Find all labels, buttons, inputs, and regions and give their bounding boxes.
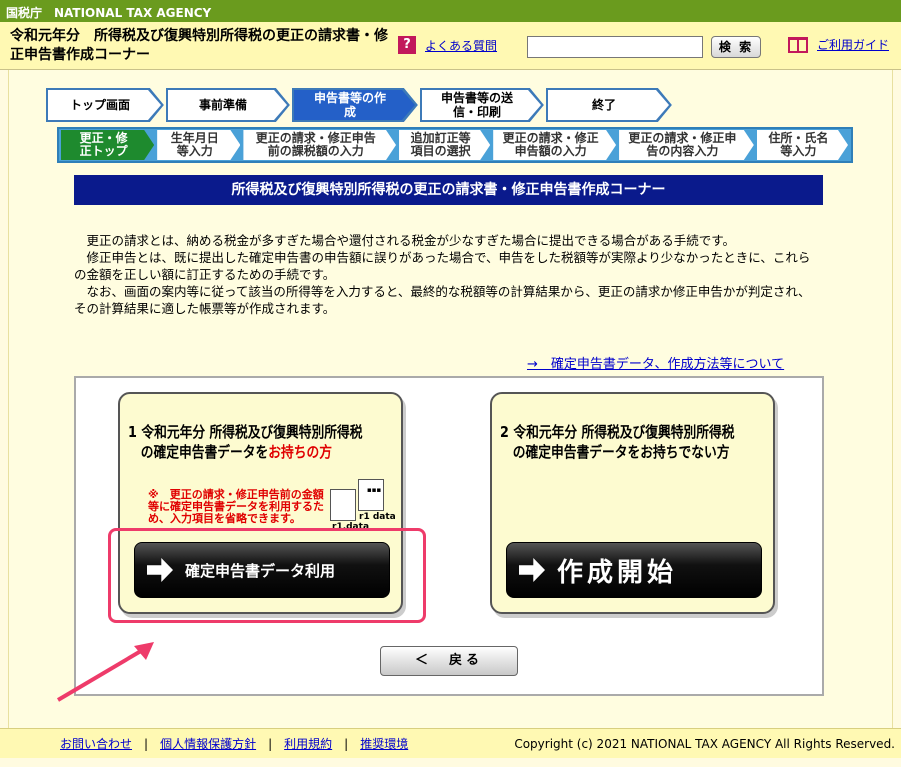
substep-top: 更正・修正トップ [61,130,154,160]
substep-address: 住所・氏名等入力 [757,130,848,160]
intro-paragraph: 修正申告とは、既に提出した確定申告書の申告額に誤りがあった場合で、申告をした税額… [74,250,811,282]
agency-topbar: 国税庁 NATIONAL TAX AGENCY [0,0,901,22]
substeps-bar: 更正・修正トップ 生年月日等入力 更正の請求・修正申告前の課税額の入力 追加訂正… [57,127,853,163]
faq-link[interactable]: よくある質問 [425,37,497,54]
file-icon: ▪▪▪ r1 data [358,479,396,522]
data-info-link[interactable]: → 確定申告書データ、作成方法等について [527,353,784,372]
step-finish: 終了 [546,88,672,122]
step-create: 申告書等の作成 [292,88,418,122]
start-create-button[interactable]: 作成開始 [506,542,762,598]
step-preparation: 事前準備 [166,88,290,122]
question-icon: ? [398,36,416,54]
privacy-link[interactable]: 個人情報保護方針 [160,735,256,752]
substep-birthdate: 生年月日等入力 [157,130,240,160]
option-card-without-data: 2 令和元年分 所得税及び復興特別所得税 の確定申告書データをお持ちでない方 作… [490,392,775,614]
back-button[interactable]: ＜ 戻る [380,646,518,676]
substep-pre-amount: 更正の請求・修正申告前の課税額の入力 [243,130,396,160]
terms-link[interactable]: 利用規約 [284,735,332,752]
card-title: 2 令和元年分 所得税及び復興特別所得税 の確定申告書データをお持ちでない方 [500,423,735,461]
step-top: トップ画面 [46,88,164,122]
file-icon: r1.data [330,489,369,532]
search-button[interactable]: 検 索 [711,36,761,58]
substep-content: 更正の請求・修正申告の内容入力 [619,130,754,160]
arrow-right-icon [519,558,545,582]
guide-link[interactable]: ご利用ガイド [817,36,889,53]
faq-link-group[interactable]: ? よくある質問 [398,36,497,54]
guide-link-group[interactable]: ご利用ガイド [788,36,889,53]
intro-text: 更正の請求とは、納める税金が多すぎた場合や還付される税金が少なすぎた場合に提出で… [74,232,822,317]
separator: | [344,736,349,751]
substep-select-items: 追加訂正等項目の選択 [399,130,490,160]
footer: お問い合わせ | 個人情報保護方針 | 利用規約 | 推奨環境 Copyrigh… [0,728,901,758]
separator: | [268,736,273,751]
card-note: ※ 更正の請求・修正申告前の金額等に確定申告書データを利用するため、入力項目を省… [148,488,324,525]
search-input[interactable] [527,36,703,58]
separator: | [144,736,149,751]
progress-steps: トップ画面 事前準備 申告書等の作成 申告書等の送信・印刷 終了 [46,88,674,122]
page-title: 令和元年分 所得税及び復興特別所得税の更正の請求書・修正申告書作成コーナー [10,28,388,63]
intro-paragraph: 更正の請求とは、納める税金が多すぎた場合や還付される税金が少なすぎた場合に提出で… [86,233,736,248]
environment-link[interactable]: 推奨環境 [360,735,408,752]
pointer-arrow-icon [56,642,154,702]
substep-amount: 更正の請求・修正申告額の入力 [493,130,616,160]
section-banner: 所得税及び復興特別所得税の更正の請求書・修正申告書作成コーナー [74,175,823,205]
card-title: 1 令和元年分 所得税及び復興特別所得税 の確定申告書データをお持ちの方 [128,423,363,461]
step-send-print: 申告書等の送信・印刷 [420,88,544,122]
intro-paragraph: なお、画面の案内等に従って該当の所得等を入力すると、最終的な税額等の計算結果から… [74,284,811,316]
highlight-box [108,528,426,623]
book-icon [788,36,808,53]
header: 令和元年分 所得税及び復興特別所得税の更正の請求書・修正申告書作成コーナー ? … [0,22,901,70]
contact-link[interactable]: お問い合わせ [60,735,132,752]
copyright: Copyright (c) 2021 NATIONAL TAX AGENCY A… [514,736,895,751]
